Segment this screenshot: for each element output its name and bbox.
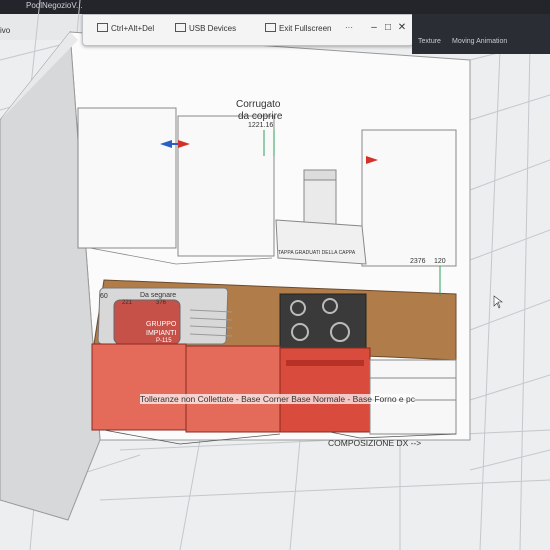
upper-cabinet-3	[361, 129, 457, 267]
mouse-cursor	[493, 295, 503, 309]
dimension-left: 60	[100, 293, 108, 300]
dimension-side: 2376	[410, 258, 426, 265]
texture-label[interactable]: Texture	[418, 38, 441, 45]
annotation-title: Corrugato	[236, 99, 281, 110]
usb-label: USB Devices	[189, 24, 237, 33]
ctrl-alt-del-label: Ctrl+Alt+Del	[111, 24, 155, 33]
close-icon[interactable]: ✕	[395, 21, 409, 35]
hood-body	[275, 219, 367, 265]
keyboard-icon	[97, 23, 108, 32]
animations-label[interactable]: Moving Animation	[452, 38, 507, 45]
more-button[interactable]: ···	[345, 23, 353, 32]
tolerance-label: Tolleranze non Collettate - Base Corner …	[140, 394, 415, 404]
group-label-2: IMPIANTI	[146, 330, 177, 337]
minimize-icon[interactable]: –	[367, 21, 381, 35]
composition-label: COMPOSIZIONE DX -->	[328, 438, 422, 448]
lower-cabinet-1	[91, 343, 187, 431]
upper-cabinet-2	[177, 115, 275, 257]
lower-cabinet-2	[185, 345, 281, 433]
upper-cabinet-1	[77, 107, 177, 249]
dimension-side-2: 120	[434, 258, 446, 265]
ctrl-alt-del-button[interactable]: Ctrl+Alt+Del	[97, 23, 154, 33]
exit-fullscreen-button[interactable]: Exit Fullscreen	[265, 23, 331, 33]
group-dimension: P-115	[156, 338, 172, 344]
annotation-subtitle: da coprire	[238, 111, 283, 122]
dimension-sink: 221	[122, 300, 133, 306]
group-label: GRUPPO	[146, 321, 177, 328]
usb-icon	[175, 23, 186, 32]
hood-label: TAPPA GRADUATI DELLA CAPPA	[278, 250, 356, 256]
usb-devices-button[interactable]: USB Devices	[175, 23, 236, 33]
cad-viewport[interactable]	[0, 0, 550, 550]
right-panel: Texture Moving Animation	[412, 14, 550, 54]
fullscreen-label: Exit Fullscreen	[279, 24, 332, 33]
sink-label: Da segnare	[140, 292, 177, 299]
fullscreen-icon	[265, 23, 276, 32]
restore-icon[interactable]: □	[381, 21, 395, 35]
rdp-toolbar: Ctrl+Alt+Del USB Devices Exit Fullscreen…	[82, 14, 414, 46]
dimension-sink-2: 376	[156, 300, 167, 306]
dimension-top: 1221.16	[248, 122, 274, 129]
remote-desktop-screen: PoolNegozioV... ivo Corrugato da coprire…	[0, 0, 550, 550]
